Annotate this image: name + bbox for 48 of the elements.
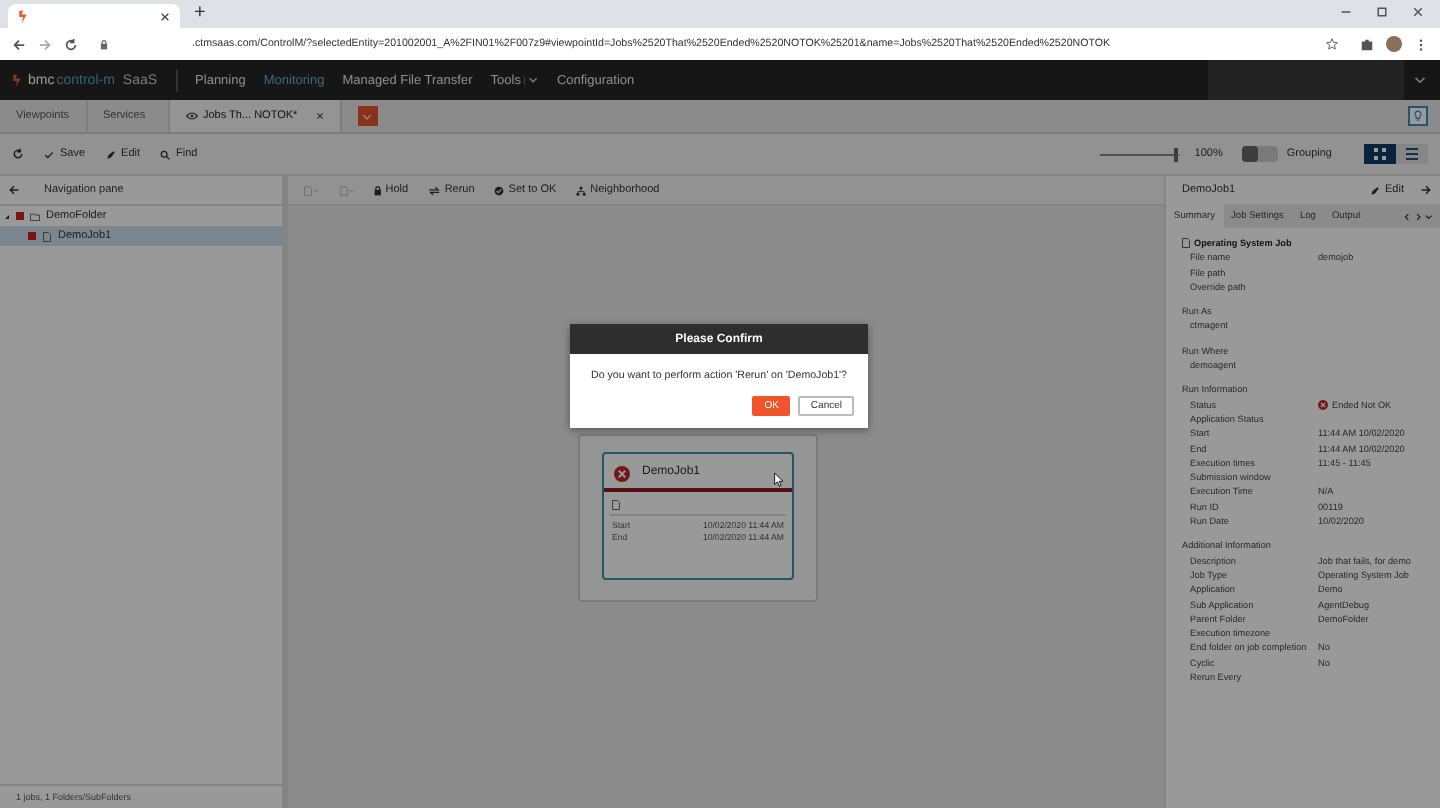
- chevron-down-icon[interactable]: [1414, 76, 1426, 84]
- pencil-icon: [105, 149, 116, 159]
- search-icon: [160, 149, 171, 159]
- hierarchy-icon: [576, 185, 587, 195]
- tab-scroll-icon[interactable]: [1404, 211, 1436, 221]
- expand-icon[interactable]: [4, 213, 10, 219]
- status-icon: [28, 232, 36, 240]
- folder-icon: [30, 211, 40, 221]
- caret-icon[interactable]: [524, 75, 539, 85]
- error-icon: [1318, 399, 1328, 410]
- document-icon: [339, 185, 354, 195]
- check-circle-icon: [494, 185, 505, 195]
- close-icon[interactable]: [160, 11, 170, 21]
- star-icon[interactable]: [1326, 38, 1338, 50]
- maximize-icon[interactable]: [1376, 6, 1388, 18]
- eye-icon: [185, 112, 197, 120]
- lightbulb-button[interactable]: [1408, 106, 1428, 126]
- avatar[interactable]: [1386, 36, 1402, 52]
- grid-view-button[interactable]: [1364, 144, 1396, 164]
- refresh-icon[interactable]: [12, 148, 24, 160]
- list-view-button[interactable]: [1396, 144, 1428, 164]
- chevron-down-icon: [362, 113, 373, 119]
- cursor-icon: [774, 472, 784, 488]
- grid-icon: [1372, 146, 1388, 162]
- arrow-right-icon[interactable]: [1420, 184, 1432, 196]
- document-icon: [42, 231, 52, 241]
- status-icon: [16, 212, 24, 220]
- document-icon: [1182, 238, 1190, 249]
- document-icon: [612, 500, 620, 510]
- logo-icon: [18, 9, 28, 23]
- close-icon[interactable]: [1412, 6, 1424, 18]
- dropdown-button[interactable]: [357, 106, 378, 126]
- lightbulb-icon: [1412, 110, 1424, 122]
- new-tab-button[interactable]: +: [194, 2, 206, 26]
- grouping-toggle[interactable]: [1242, 146, 1279, 162]
- puzzle-icon[interactable]: [1360, 37, 1374, 51]
- lock-icon: [100, 39, 108, 49]
- back-arrow-icon[interactable]: [8, 184, 20, 196]
- checkmark-icon: [44, 149, 54, 159]
- list-icon: [1404, 146, 1420, 162]
- back-icon[interactable]: [12, 37, 26, 51]
- arrows-icon: [428, 185, 441, 195]
- close-icon[interactable]: [315, 112, 324, 120]
- minimize-icon[interactable]: [1340, 6, 1352, 18]
- lock-icon: [374, 185, 382, 195]
- reload-icon[interactable]: [64, 37, 78, 51]
- pencil-icon: [1369, 185, 1380, 195]
- menu-icon[interactable]: [1414, 37, 1428, 51]
